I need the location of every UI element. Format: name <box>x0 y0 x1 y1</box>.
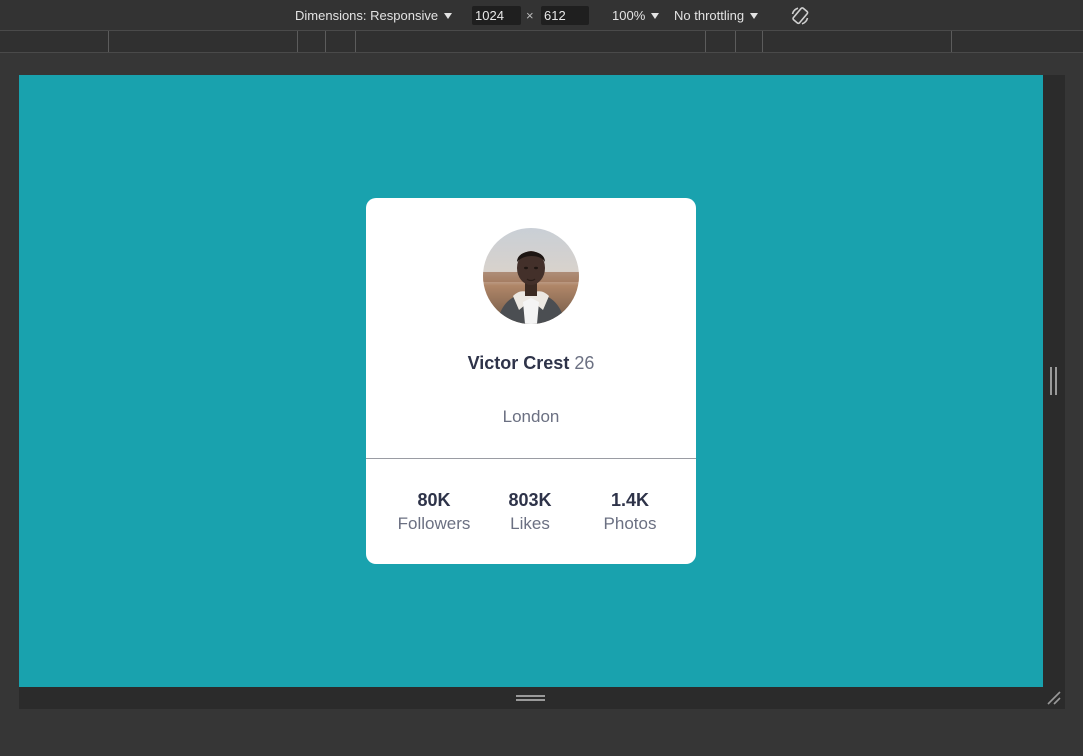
media-query-bar <box>0 31 1083 53</box>
height-input[interactable]: 612 <box>541 6 589 25</box>
right-resize-handle[interactable] <box>1043 75 1065 687</box>
chevron-down-icon <box>651 13 660 19</box>
media-query-marker[interactable] <box>705 31 706 52</box>
media-query-marker[interactable] <box>951 31 952 52</box>
profile-city: London <box>502 407 560 426</box>
stat-value: 1.4K <box>610 490 650 510</box>
rotate-button[interactable] <box>789 0 811 31</box>
stat-value: 80K <box>417 490 451 510</box>
chevron-down-icon <box>750 13 759 19</box>
throttling-label: No throttling <box>674 8 745 23</box>
avatar <box>483 228 579 324</box>
bottom-resize-handle[interactable] <box>19 687 1065 709</box>
grip-icon <box>516 695 545 701</box>
zoom-dropdown[interactable]: 100% <box>612 0 660 31</box>
stat-likes: 803K Likes <box>475 489 585 536</box>
media-query-marker[interactable] <box>762 31 763 52</box>
dimensions-dropdown[interactable]: Dimensions: Responsive <box>295 0 453 31</box>
width-input[interactable]: 1024 <box>472 6 521 25</box>
corner-resize-handle[interactable] <box>1046 690 1062 706</box>
profile-age: 26 <box>574 353 595 373</box>
profile-name-line: Victor Crest 26 <box>366 353 696 374</box>
stat-label: Photos <box>603 514 657 533</box>
resize-corner-icon <box>1047 691 1061 705</box>
times-symbol: × <box>526 8 534 23</box>
stat-label: Likes <box>510 514 550 533</box>
page-viewport: Victor Crest 26 London 80K Followers 803… <box>19 75 1043 687</box>
media-query-marker[interactable] <box>108 31 109 52</box>
zoom-label: 100% <box>612 8 646 23</box>
grip-icon <box>1050 367 1057 395</box>
card-divider <box>366 458 696 459</box>
stat-label: Followers <box>397 514 471 533</box>
media-query-marker[interactable] <box>355 31 356 52</box>
profile-name: Victor Crest <box>467 353 570 373</box>
avatar-photo <box>483 228 579 324</box>
device-toolbar: Dimensions: Responsive 1024 × 612 100% N… <box>0 0 1083 31</box>
media-query-marker[interactable] <box>325 31 326 52</box>
media-query-marker[interactable] <box>735 31 736 52</box>
profile-card: Victor Crest 26 London 80K Followers 803… <box>366 198 696 564</box>
stat-value: 803K <box>508 490 552 510</box>
media-query-marker[interactable] <box>297 31 298 52</box>
throttling-dropdown[interactable]: No throttling <box>674 0 759 31</box>
stat-followers: 80K Followers <box>379 489 489 536</box>
chevron-down-icon <box>444 13 453 19</box>
rotate-icon <box>791 6 809 25</box>
stat-photos: 1.4K Photos <box>575 489 685 536</box>
dimensions-label: Dimensions: Responsive <box>295 8 439 23</box>
